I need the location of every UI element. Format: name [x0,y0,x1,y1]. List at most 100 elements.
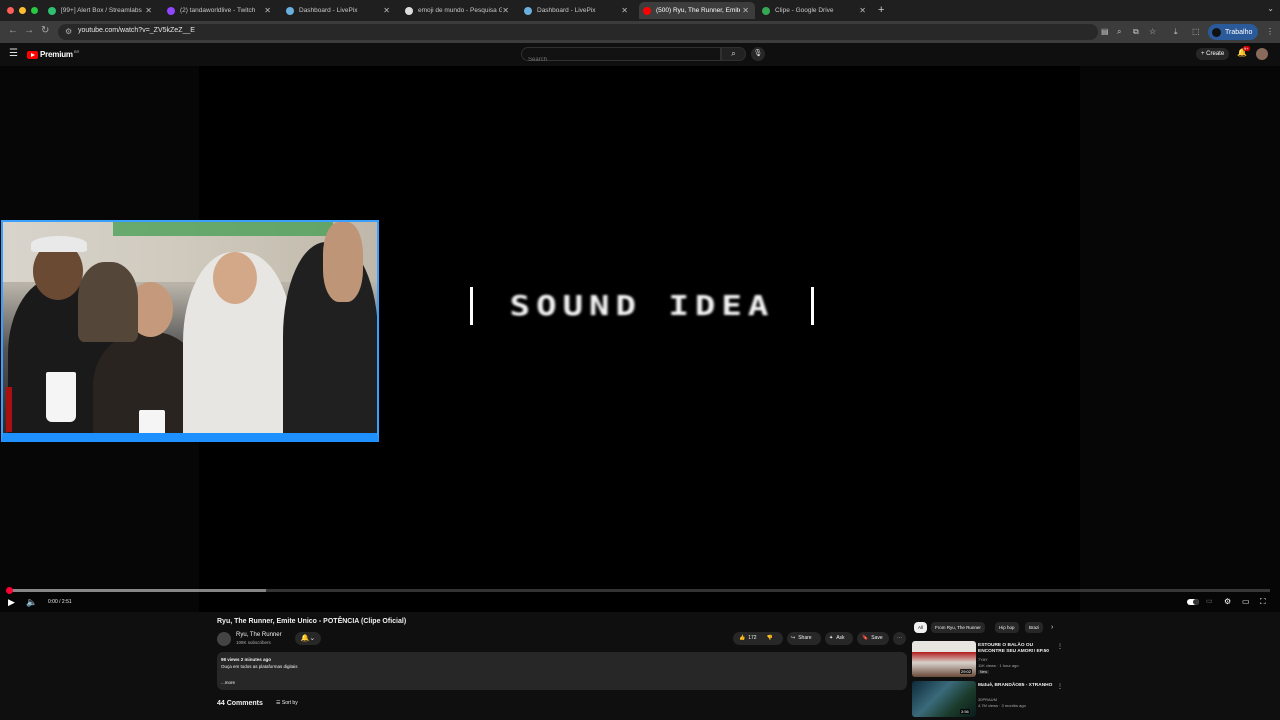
tab-title: (500) Ryu, The Runner, Emite [656,7,740,14]
tab-favicon-icon [643,6,651,15]
browser-tab[interactable]: (2) tandaworldlive - Twitch ✕ [163,2,277,19]
cup [46,372,76,422]
chip-brazil[interactable]: Brazi [1025,622,1044,633]
more-actions-button[interactable]: ⋯ [893,632,906,645]
more-icon[interactable]: ⋮ [1057,683,1063,690]
tab-favicon-icon [762,6,770,15]
share-button[interactable]: ↪ Share [787,632,821,645]
rec-title[interactable]: ESTOURE O BALÃO OU ENCONTRE SEU AMOR!! E… [978,643,1054,655]
sort-label: Sort by [281,700,298,706]
browser-tab-active[interactable]: (500) Ryu, The Runner, Emite ✕ [639,2,755,19]
recommended-video[interactable]: 3:56 Matuê, BRANDÃO85 - XTRANHO 30PRAUM … [912,681,1067,717]
profile-button[interactable]: Trabalho [1208,24,1259,40]
person-cap [31,236,87,252]
thumbs-up-icon: 👍 [739,635,746,641]
chip-all[interactable]: All [914,622,928,633]
scene-light [113,222,333,236]
ask-button[interactable]: ✦ Ask [825,632,853,645]
translate-icon[interactable]: ▤ [1101,27,1109,36]
channel-name[interactable]: Ryu, The Runner [236,632,282,638]
rec-meta: 4.7M views · 3 months ago [978,703,1026,708]
site-info-icon[interactable]: ⚙ [65,27,72,36]
description-box[interactable]: 98 views 2 minutes ago Ouça em todos as … [217,652,907,690]
more-icon[interactable]: ⋮ [1057,643,1063,650]
close-tab-icon[interactable]: ✕ [859,6,866,15]
close-tab-icon[interactable]: ✕ [264,6,271,15]
forward-icon[interactable]: → [24,25,34,36]
account-avatar[interactable] [1256,48,1268,60]
maximize-window-icon[interactable] [31,7,38,14]
create-button[interactable]: + Create [1196,48,1230,60]
person-head [213,252,257,304]
play-icon[interactable]: ▶ [8,597,15,608]
more-link[interactable]: ...more [221,680,235,685]
tab-title: (2) tandaworldlive - Twitch [180,7,256,14]
sort-by-button[interactable]: ☰ Sort by [276,700,298,706]
new-tab-icon[interactable]: + [878,4,884,16]
sparkle-icon: ✦ [829,635,834,641]
minimize-window-icon[interactable] [19,7,26,14]
tab-favicon-icon [48,6,56,15]
scrubber-handle[interactable] [6,587,13,594]
browser-tab[interactable]: [99+] Alert Box / Streamlabs ✕ [44,2,158,19]
browser-menu-icon[interactable]: ⋮ [1266,27,1274,36]
chip-hip-hop[interactable]: Hip hop [995,622,1019,633]
tab-search-icon[interactable]: ⌄ [1267,4,1274,13]
settings-icon[interactable]: ⚙ [1224,597,1231,606]
video-duration: 3:56 [960,709,970,714]
logo-text: Premium [40,50,73,59]
chip-from-channel[interactable]: From Ryu, The Runner [931,622,985,633]
buffered-bar [10,589,266,592]
rec-channel[interactable]: 30PRAUM [978,697,997,702]
tab-title: Dashboard - LivePix [537,7,596,14]
close-tab-icon[interactable]: ✕ [621,6,628,15]
browser-tab[interactable]: Dashboard - LivePix ✕ [520,2,634,19]
like-dislike-button[interactable]: 👍 172 👎 [733,632,783,645]
rec-title[interactable]: Matuê, BRANDÃO85 - XTRANHO [978,683,1054,689]
autoplay-toggle[interactable] [1187,599,1199,605]
logo-region: BR [73,49,80,54]
theater-mode-icon[interactable]: ▭ [1242,597,1250,606]
recommended-video[interactable]: 29:02 ESTOURE O BALÃO OU ENCONTRE SEU AM… [912,641,1067,677]
search-icon: ⌕ [731,49,736,58]
subscribed-bell-button[interactable]: 🔔⌄ [295,632,321,645]
scene-red-accent [6,387,12,432]
like-count: 172 [748,635,757,641]
cast-icon[interactable]: ⧉ [1133,27,1139,37]
address-bar[interactable]: ⚙ youtube.com/watch?v=_ZV5kZeZ__E [58,24,1098,40]
share-icon: ↪ [791,635,796,641]
youtube-logo[interactable]: Premium BR [27,49,80,59]
video-player[interactable]: SOUND IDEA [0,66,1280,612]
fullscreen-icon[interactable]: ⛶ [1260,597,1266,607]
zoom-icon[interactable]: ⌕ [1117,27,1121,37]
search-button[interactable]: ⌕ [721,47,746,61]
close-window-icon[interactable] [7,7,14,14]
subtitles-icon[interactable]: ▭ [1206,597,1213,605]
extensions-icon[interactable]: ⬚ [1192,27,1200,36]
rec-channel[interactable]: 7YAY [978,657,988,662]
volume-icon[interactable]: 🔈 [26,597,37,608]
bookmark-star-icon[interactable]: ☆ [1149,27,1156,36]
reload-icon[interactable]: ↻ [41,25,49,36]
progress-bar[interactable] [10,589,1270,592]
voice-search-button[interactable]: 🎙 [751,47,765,61]
close-tab-icon[interactable]: ✕ [502,6,509,15]
close-tab-icon[interactable]: ✕ [742,6,749,15]
download-icon[interactable]: ⤓ [1174,27,1178,37]
bookmark-icon: 🔖 [862,635,869,641]
close-tab-icon[interactable]: ✕ [145,6,152,15]
player-controls: ▶ 🔈 0:00 / 2:51 ▭ ⚙ ▭ ⛶ [0,594,1280,612]
tab-favicon-icon [286,6,294,15]
search-input[interactable] [522,54,712,66]
chevron-right-icon[interactable]: › [1051,624,1053,631]
mic-icon: 🎙 [753,50,763,57]
browser-tab[interactable]: Dashboard - LivePix ✕ [282,2,396,19]
browser-tab[interactable]: Clipe - Google Drive ✕ [758,2,872,19]
save-button[interactable]: 🔖 Save [857,632,889,645]
channel-avatar[interactable] [217,632,231,646]
close-tab-icon[interactable]: ✕ [383,6,390,15]
back-icon[interactable]: ← [8,25,18,36]
browser-tab[interactable]: emoji de mundo - Pesquisa G ✕ [401,2,515,19]
menu-icon[interactable]: ☰ [9,48,18,59]
cup [139,410,165,433]
